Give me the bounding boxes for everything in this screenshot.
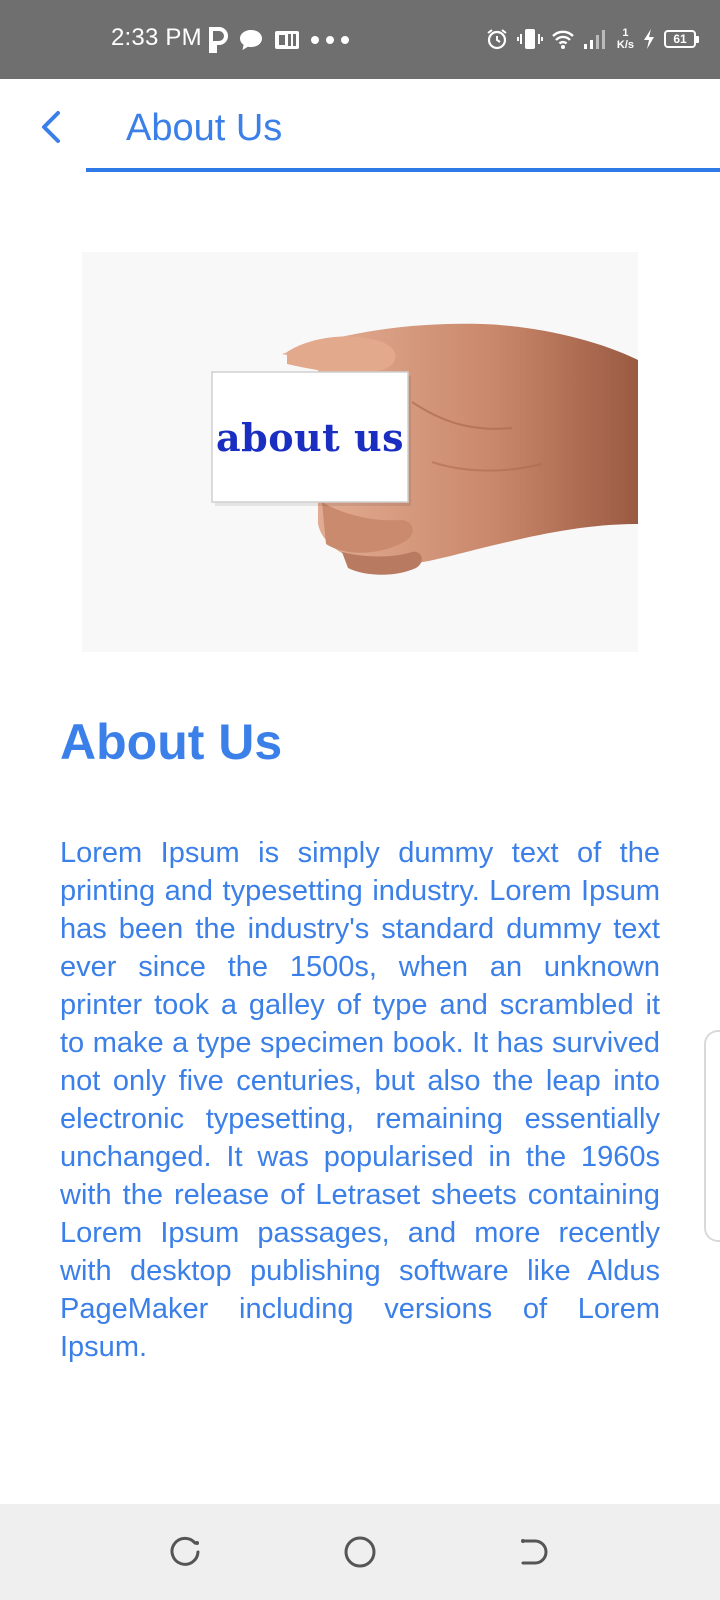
more-dots-icon [310,35,350,45]
parking-icon [208,27,228,53]
edge-panel-handle[interactable] [704,1030,720,1242]
battery-icon: 61 [664,30,699,48]
office-app-icon [274,28,300,52]
recents-button[interactable] [166,1534,206,1574]
chevron-left-icon [38,109,66,150]
home-button[interactable] [340,1534,380,1574]
body-paragraph: Lorem Ipsum is simply dummy text of the … [60,837,660,1363]
charging-icon [642,28,656,50]
wifi-icon [551,29,575,49]
recents-icon [169,1535,203,1574]
battery-level: 61 [673,32,687,46]
back-button[interactable] [30,107,74,151]
page-title: About Us [126,107,283,149]
title-underline [86,168,720,172]
signal-icon [583,28,609,50]
home-icon [342,1534,378,1575]
chat-bubble-icon [238,28,264,52]
network-speed-value: 1 [622,27,629,39]
network-speed-unit: K/s [616,39,634,51]
app-bar: About Us [0,79,720,175]
alarm-icon [485,27,509,51]
back-nav-button[interactable] [514,1534,554,1574]
section-heading: About Us [60,714,283,770]
hero-card-text: about us [216,414,404,460]
back-icon [517,1535,551,1574]
status-time: 2:33 PM [111,24,202,51]
status-bar: 2:33 PM 1 K/s 61 [0,0,720,79]
network-speed: 1 K/s [617,27,634,51]
notification-icons [208,26,350,54]
vibrate-icon [516,27,543,51]
system-nav-bar [0,1504,720,1600]
system-icons: 1 K/s 61 [485,24,699,54]
